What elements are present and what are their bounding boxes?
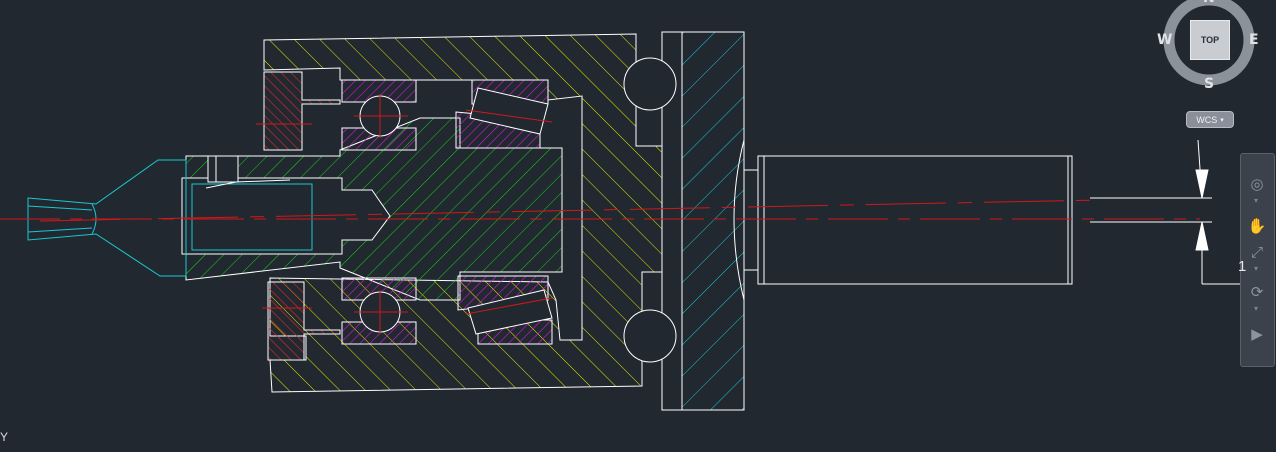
dimension-annotation[interactable] xyxy=(1090,139,1256,285)
viewcube-south[interactable]: S xyxy=(1204,76,1214,92)
zoom-dropdown-icon[interactable]: ▾ xyxy=(1254,264,1258,273)
output-shaft[interactable] xyxy=(744,155,1073,285)
pan-hand-icon[interactable]: ✋ xyxy=(1246,216,1268,236)
wcs-label: WCS xyxy=(1196,114,1218,125)
orbit-icon[interactable]: ⟳ xyxy=(1246,282,1268,302)
showmotion-icon[interactable]: ▶ xyxy=(1246,324,1268,344)
viewcube-top-face[interactable]: TOP xyxy=(1190,20,1230,60)
ucs-y-axis-label: Y xyxy=(0,430,9,444)
chevron-down-icon: ▾ xyxy=(1220,116,1224,124)
dimension-text: 1 xyxy=(1238,258,1247,275)
seal-top[interactable] xyxy=(263,71,341,151)
tool-tip[interactable] xyxy=(27,159,187,277)
viewcube-east[interactable]: E xyxy=(1249,32,1259,48)
roller-bearing-top[interactable] xyxy=(455,79,549,149)
cad-drawing-canvas[interactable] xyxy=(0,0,1276,452)
ball-bearing-top[interactable] xyxy=(341,79,417,151)
wcs-menu[interactable]: WCS ▾ xyxy=(1186,111,1234,128)
viewcube-west[interactable]: W xyxy=(1157,32,1172,48)
steering-wheel-icon[interactable]: ◎ xyxy=(1246,174,1268,194)
nav-dropdown-icon[interactable]: ▾ xyxy=(1254,196,1258,205)
viewcube-north[interactable]: N xyxy=(1203,0,1215,6)
zoom-extents-icon[interactable]: ⤢ xyxy=(1246,242,1268,262)
orbit-dropdown-icon[interactable]: ▾ xyxy=(1254,304,1258,313)
